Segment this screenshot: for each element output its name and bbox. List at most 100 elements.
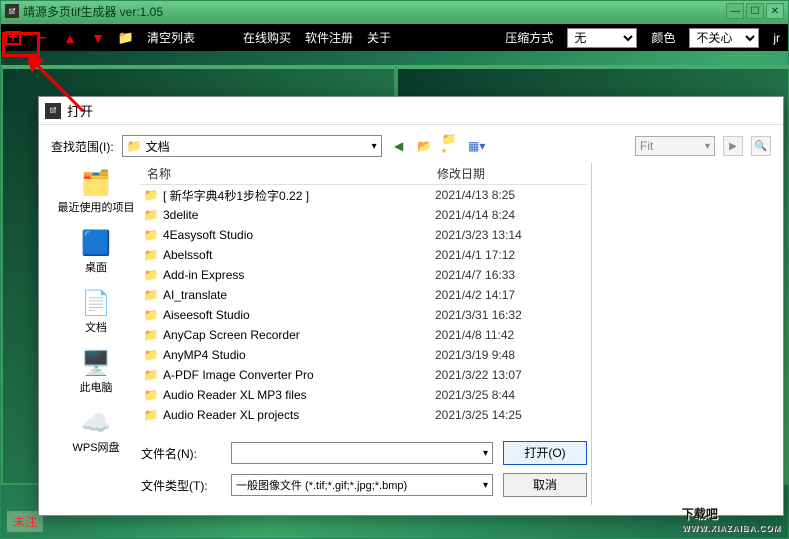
filename-label: 文件名(N):: [141, 445, 221, 462]
file-row[interactable]: 📁[ 新华字典4秒1步检字0.22 ]2021/4/13 8:25: [141, 185, 587, 205]
open-button[interactable]: 打开(O): [503, 441, 587, 465]
file-date: 2021/3/25 14:25: [435, 408, 585, 422]
file-date: 2021/3/31 16:32: [435, 308, 585, 322]
filetype-select[interactable]: 一般图像文件 (*.tif;*.gif;*.jpg;*.bmp) ▾: [231, 474, 493, 496]
folder-icon: 📁: [143, 308, 159, 322]
file-row[interactable]: 📁 Audio Reader XL MP3 files2021/3/25 8:44: [141, 385, 587, 405]
up-icon[interactable]: 📂: [416, 137, 434, 155]
file-name: Audio Reader XL MP3 files: [163, 388, 435, 402]
chevron-down-icon: ▾: [705, 141, 710, 152]
file-date: 2021/3/19 9:48: [435, 348, 585, 362]
remove-icon[interactable]: –: [35, 31, 49, 45]
toolbar: + – ▲ ▼ 📁 清空列表 在线购买 软件注册 关于 压缩方式 无 颜色 不关…: [1, 21, 788, 51]
file-row[interactable]: 📁Aiseesoft Studio2021/3/31 16:32: [141, 305, 587, 325]
move-up-icon[interactable]: ▲: [63, 31, 77, 45]
desktop-icon: 🟦: [80, 229, 112, 257]
panel-split: [1, 65, 789, 75]
file-row[interactable]: 📁A-PDF Image Converter Pro2021/3/22 13:0…: [141, 365, 587, 385]
file-date: 2021/4/8 11:42: [435, 328, 585, 342]
folder-icon[interactable]: 📁: [119, 31, 133, 45]
file-name: AnyCap Screen Recorder: [163, 328, 435, 342]
file-list-header: 名称 修改日期: [141, 163, 587, 185]
file-row[interactable]: 📁 Audio Reader XL projects2021/3/25 14:25: [141, 405, 587, 425]
place-recent[interactable]: 🗂️ 最近使用的项目: [58, 169, 135, 215]
file-list[interactable]: 📁[ 新华字典4秒1步检字0.22 ]2021/4/13 8:25📁3delit…: [141, 185, 587, 433]
folder-icon: 📁: [143, 268, 159, 282]
wps-icon: ☁️: [80, 409, 112, 437]
place-desktop[interactable]: 🟦 桌面: [80, 229, 112, 275]
clear-list-button[interactable]: 清空列表: [147, 29, 195, 46]
file-name: 3delite: [163, 208, 435, 222]
about-button[interactable]: 关于: [367, 29, 391, 46]
folder-icon: 📁: [143, 348, 159, 362]
minimize-button[interactable]: —: [726, 3, 744, 19]
filetype-label: 文件类型(T):: [141, 477, 221, 494]
color-label: 颜色: [651, 29, 675, 46]
add-icon[interactable]: +: [5, 31, 21, 45]
folder-icon: 📁: [143, 228, 159, 242]
dialog-title: 打开: [67, 101, 777, 120]
fit-combo[interactable]: Fit ▾: [635, 136, 715, 156]
file-name: Audio Reader XL projects: [163, 408, 435, 422]
dialog-icon: tif: [45, 103, 61, 119]
window-buttons: — ☐ ✕: [726, 3, 784, 19]
color-select[interactable]: 不关心: [689, 28, 759, 48]
file-row[interactable]: 📁 3delite2021/4/14 8:24: [141, 205, 587, 225]
file-name: AnyMP4 Studio: [163, 348, 435, 362]
chevron-down-icon: ▾: [483, 448, 488, 459]
recent-icon: 🗂️: [80, 169, 112, 197]
view-icon[interactable]: ▦▾: [468, 137, 486, 155]
file-row[interactable]: 📁 4Easysoft Studio2021/3/23 13:14: [141, 225, 587, 245]
folder-icon: 📁: [127, 139, 142, 153]
pc-icon: 🖥️: [80, 349, 112, 377]
file-date: 2021/3/25 8:44: [435, 388, 585, 402]
move-down-icon[interactable]: ▼: [91, 31, 105, 45]
place-wps[interactable]: ☁️ WPS网盘: [72, 409, 119, 455]
column-name[interactable]: 名称: [141, 165, 431, 182]
zoom-icon[interactable]: 🔍: [751, 136, 771, 156]
maximize-button[interactable]: ☐: [746, 3, 764, 19]
file-date: 2021/3/22 13:07: [435, 368, 585, 382]
folder-icon: 📁: [143, 288, 159, 302]
lookin-value: 文档: [146, 138, 170, 155]
back-icon[interactable]: ◀: [390, 137, 408, 155]
file-date: 2021/4/2 14:17: [435, 288, 585, 302]
extra-label: jr: [773, 31, 780, 45]
folder-icon: 📁: [143, 248, 159, 262]
cancel-button[interactable]: 取消: [503, 473, 587, 497]
dialog-titlebar: tif 打开: [39, 97, 783, 125]
column-date[interactable]: 修改日期: [431, 165, 581, 182]
folder-icon: 📁: [143, 208, 159, 222]
file-date: 2021/4/13 8:25: [435, 188, 585, 202]
titlebar: tif 靖源多页tif生成器 ver:1.05 — ☐ ✕: [1, 1, 788, 21]
new-folder-icon[interactable]: 📁*: [442, 137, 460, 155]
folder-icon: 📁: [143, 188, 159, 202]
file-row[interactable]: 📁 AnyMP4 Studio2021/3/19 9:48: [141, 345, 587, 365]
file-row[interactable]: 📁Add-in Express2021/4/7 16:33: [141, 265, 587, 285]
folder-icon: 📁: [143, 388, 159, 402]
folder-icon: 📁: [143, 328, 159, 342]
place-documents[interactable]: 📄 文档: [80, 289, 112, 335]
play-icon[interactable]: ▶: [723, 136, 743, 156]
file-open-dialog: tif 打开 查找范围(I): 📁 文档 ▾ ◀ 📂 📁* ▦▾ Fit ▾ ▶…: [38, 96, 784, 516]
folder-icon: 📁: [143, 368, 159, 382]
place-pc[interactable]: 🖥️ 此电脑: [80, 349, 113, 395]
chevron-down-icon: ▾: [372, 141, 377, 152]
close-button[interactable]: ✕: [766, 3, 784, 19]
buy-online-button[interactable]: 在线购买: [243, 29, 291, 46]
file-name: 4Easysoft Studio: [163, 228, 435, 242]
file-row[interactable]: 📁 AnyCap Screen Recorder2021/4/8 11:42: [141, 325, 587, 345]
filename-input[interactable]: ▾: [231, 442, 493, 464]
compress-select[interactable]: 无: [567, 28, 637, 48]
watermark: 下载吧 WWW.XIAZAIBA.COM: [682, 498, 781, 533]
lookin-combo[interactable]: 📁 文档 ▾: [122, 135, 382, 157]
file-name: Add-in Express: [163, 268, 435, 282]
folder-icon: 📁: [143, 408, 159, 422]
file-row[interactable]: 📁AI_translate2021/4/2 14:17: [141, 285, 587, 305]
register-button[interactable]: 软件注册: [305, 29, 353, 46]
file-row[interactable]: 📁Abelssoft2021/4/1 17:12: [141, 245, 587, 265]
file-date: 2021/3/23 13:14: [435, 228, 585, 242]
file-name: Abelssoft: [163, 248, 435, 262]
compress-label: 压缩方式: [505, 29, 553, 46]
file-date: 2021/4/14 8:24: [435, 208, 585, 222]
